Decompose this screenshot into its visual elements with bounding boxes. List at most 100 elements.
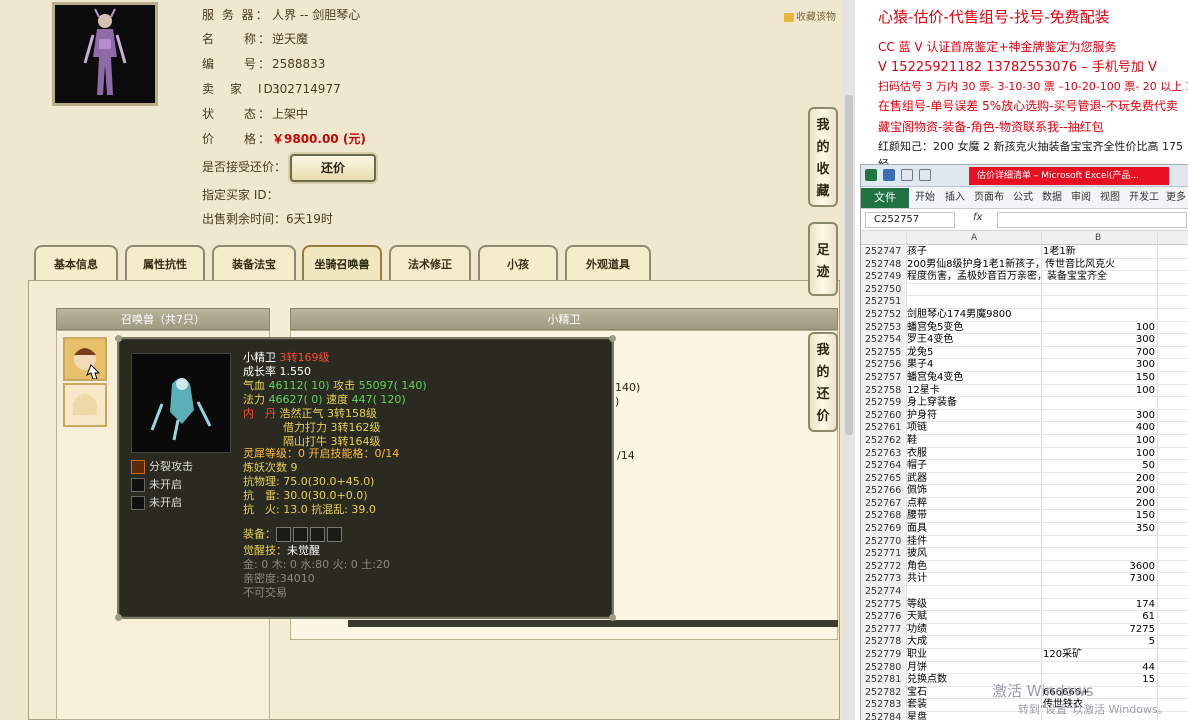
cell-a[interactable]: 果子4 [907,359,933,372]
row-number[interactable]: 252749 [861,271,905,284]
row-number[interactable]: 252756 [861,359,905,372]
ribbon-tab-developer[interactable]: 开发工 [1129,187,1159,209]
ribbon-tab-more[interactable]: 更多 [1166,187,1186,209]
sheet-row[interactable]: 252759 身上穿装备 [861,397,1188,410]
cell-a[interactable]: 功绩 [907,624,927,637]
cell-b[interactable]: 100 [1043,435,1155,448]
tab-children[interactable]: 小孩 [478,245,558,280]
ribbon-tab-review[interactable]: 审阅 [1071,187,1091,209]
cell-a[interactable]: 套装 [907,699,927,712]
ribbon-tab-view[interactable]: 视图 [1100,187,1120,209]
sheet-row[interactable]: 252751 [861,296,1188,309]
ribbon-tab-home[interactable]: 开始 [915,187,935,209]
cell-a[interactable]: 身上穿装备 [907,397,957,410]
footprints-button[interactable]: 足迹 [808,222,838,296]
sheet-row[interactable]: 252773 共计 7300 [861,573,1188,587]
sheet-row[interactable]: 252767 点粹 200 [861,497,1188,511]
cell-a[interactable]: 职业 [907,649,927,662]
sheet-row[interactable]: 252761 项链 400 [861,422,1188,435]
cell-b[interactable]: 700 [1043,347,1155,360]
cell-a[interactable]: 披风 [907,548,927,561]
undo-icon[interactable] [901,169,913,181]
sheet-row[interactable]: 252776 天赋 61 [861,611,1188,624]
row-number[interactable]: 252782 [861,686,905,700]
sheet-row[interactable]: 252779 职业 120采矿 [861,649,1188,662]
row-number[interactable]: 252783 [861,699,905,712]
cell-b[interactable]: 100 [1043,385,1155,398]
sheet-row[interactable]: 252753 蟠宫兔5变色 100 [861,321,1188,335]
cell-b-text[interactable]: 1老1新 [1043,246,1076,259]
cell-b[interactable]: 100 [1043,448,1155,461]
sheet-row[interactable]: 252778 大成 5 [861,636,1188,649]
tab-appearance[interactable]: 外观道具 [565,245,651,280]
sheet-row[interactable]: 252768 腰带 150 [861,510,1188,524]
col-header-b[interactable]: B [1095,231,1101,245]
row-number[interactable]: 252771 [861,548,905,561]
cell-a[interactable]: 孩子 [907,246,927,259]
row-number[interactable]: 252758 [861,384,905,398]
cell-a[interactable]: 大成 [907,636,927,649]
cell-a[interactable]: 星盘 [907,712,927,720]
sheet-row[interactable]: 252757 蟠宫兔4变色 150 [861,371,1188,385]
sheet-row[interactable]: 252752 剑胆琴心174男魔9800 [861,308,1188,322]
cell-a[interactable]: 200男仙8级护身1老1新孩子，传世音比风克火 [907,259,1115,272]
cell-b[interactable]: 200 [1043,473,1155,486]
row-number[interactable]: 252757 [861,371,905,385]
sheet-row[interactable]: 252748 200男仙8级护身1老1新孩子，传世音比风克火 [861,258,1188,272]
cell-a[interactable]: 罗王4变色 [907,334,953,347]
cell-b[interactable]: 400 [1043,422,1155,435]
row-number[interactable]: 252753 [861,321,905,335]
cell-a[interactable]: 兑换点数 [907,674,947,687]
cell-a[interactable]: 程度伤害，孟极妙音百万亲密，装备宝宝齐全 [907,271,1107,284]
row-number[interactable]: 252767 [861,497,905,511]
pet-portrait-1[interactable] [63,337,107,381]
row-number[interactable]: 252768 [861,510,905,524]
sheet-row[interactable]: 252780 月饼 44 [861,661,1188,675]
cell-b[interactable]: 200 [1043,485,1155,498]
cell-a[interactable]: 宝石 [907,687,927,700]
cell-b[interactable]: 300 [1043,359,1155,372]
cell-b[interactable]: 100 [1043,322,1155,335]
my-counter-offers-button[interactable]: 我的还价 [808,332,838,432]
ribbon-tab-data[interactable]: 数据 [1042,187,1062,209]
ribbon-tab-formulas[interactable]: 公式 [1013,187,1033,209]
sheet-row[interactable]: 252749 程度伤害，孟极妙音百万亲密，装备宝宝齐全 [861,271,1188,284]
sheet-row[interactable]: 252770 挂件 [861,535,1188,549]
save-icon[interactable] [883,169,895,181]
cell-a[interactable]: 12星卡 [907,385,940,398]
cell-a[interactable]: 腰带 [907,510,927,523]
cell-a[interactable]: 武器 [907,473,927,486]
cell-b-text[interactable]: 120采矿 [1043,649,1082,662]
counter-offer-button[interactable]: 还价 [290,154,376,182]
row-number[interactable]: 252781 [861,674,905,687]
cell-a[interactable]: 天赋 [907,611,927,624]
row-number[interactable]: 252759 [861,397,905,410]
row-number[interactable]: 252764 [861,460,905,473]
game-scrollbar[interactable] [843,0,855,720]
cell-b[interactable]: 61 [1043,611,1155,624]
row-number[interactable]: 252775 [861,598,905,612]
redo-icon[interactable] [919,169,931,181]
scrollbar-thumb[interactable] [845,95,853,435]
sheet-row[interactable]: 252777 功绩 7275 [861,623,1188,637]
cell-a[interactable]: 剑胆琴心174男魔9800 [907,309,1012,322]
row-number[interactable]: 252784 [861,711,905,720]
name-box[interactable]: C252757 [865,212,955,228]
formula-input[interactable] [997,212,1187,228]
cell-a[interactable]: 共计 [907,573,927,586]
row-number[interactable]: 252760 [861,409,905,423]
row-number[interactable]: 252755 [861,346,905,360]
cell-b[interactable]: 5 [1043,636,1155,649]
sheet-row[interactable]: 252760 护身符 300 [861,409,1188,423]
row-number[interactable]: 252765 [861,472,905,486]
cell-a[interactable]: 帽子 [907,460,927,473]
cell-b[interactable]: 7300 [1043,573,1155,586]
cell-a[interactable]: 护身符 [907,410,937,423]
row-number[interactable]: 252761 [861,422,905,435]
row-number[interactable]: 252766 [861,485,905,498]
row-number[interactable]: 252769 [861,523,905,536]
cell-a[interactable]: 佩饰 [907,485,927,498]
sheet-row[interactable]: 252747 孩子 1老1新 [861,246,1188,259]
cell-a[interactable]: 月饼 [907,662,927,675]
row-number[interactable]: 252747 [861,246,905,259]
